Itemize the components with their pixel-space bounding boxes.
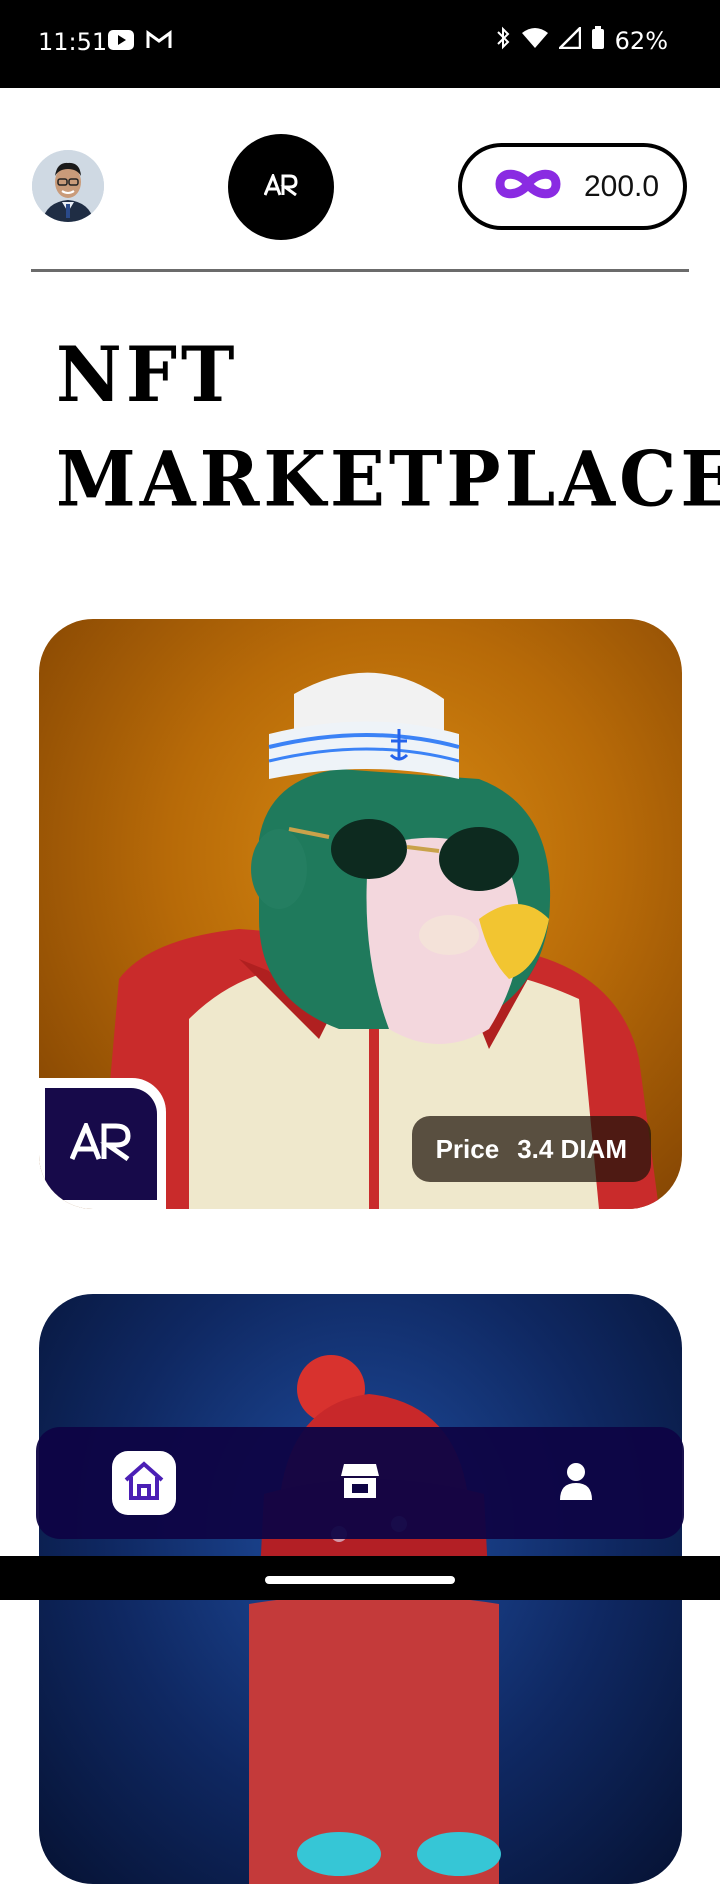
avatar-photo <box>32 150 104 222</box>
nav-profile[interactable] <box>544 1451 608 1515</box>
price-label: Price <box>435 1133 500 1164</box>
bottom-nav <box>36 1427 684 1539</box>
signal-icon <box>556 24 581 55</box>
battery-icon <box>591 26 605 56</box>
card-badge-frame <box>39 1078 166 1209</box>
page-title: NFT MARKETPLACE <box>56 322 720 532</box>
nav-market[interactable] <box>328 1451 392 1515</box>
app-header: 200.0 <box>0 88 720 278</box>
app-logo[interactable] <box>228 134 334 240</box>
home-icon <box>122 1460 166 1507</box>
status-bar: 11:51 62% <box>0 0 720 88</box>
page-title-line2: MARKETPLACE <box>56 434 720 524</box>
balance-pill[interactable]: 200.0 <box>458 143 687 230</box>
ar-badge-icon <box>69 1118 132 1166</box>
battery-percent: 62% <box>614 27 668 55</box>
page-title-line1: NFT <box>56 329 239 419</box>
store-icon <box>340 1462 380 1505</box>
user-icon <box>559 1461 593 1506</box>
status-system-icons: 62% <box>495 24 668 56</box>
wifi-icon <box>521 27 549 55</box>
youtube-icon <box>108 30 134 55</box>
bluetooth-icon <box>495 26 511 56</box>
avatar[interactable] <box>32 150 104 222</box>
infinity-icon <box>490 164 566 209</box>
price-tag: Price 3.4 DIAM <box>411 1116 651 1182</box>
price-value: 3.4 DIAM <box>517 1133 627 1164</box>
card-badge <box>45 1088 157 1200</box>
status-notification-icons <box>108 30 172 55</box>
gesture-handle[interactable] <box>265 1576 455 1584</box>
nav-home[interactable] <box>112 1451 176 1515</box>
status-time: 11:51 <box>38 28 108 56</box>
balance-value: 200.0 <box>584 169 660 203</box>
header-divider <box>31 269 689 272</box>
gmail-icon <box>146 30 172 55</box>
nft-card[interactable]: Price 3.4 DIAM <box>39 619 682 1209</box>
ar-logo-icon <box>263 171 298 201</box>
